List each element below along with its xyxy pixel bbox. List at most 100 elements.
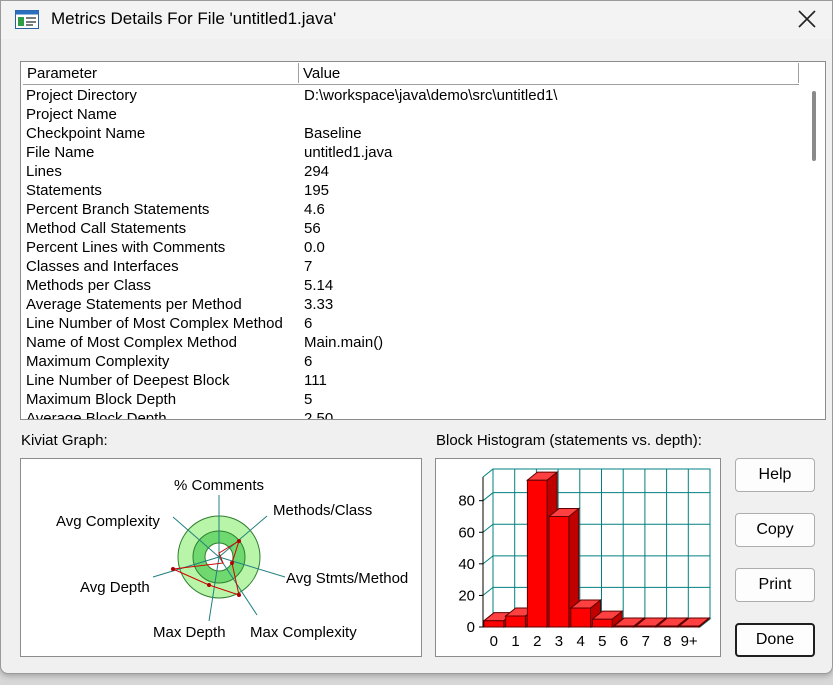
parameter-name: Name of Most Complex Method [26, 334, 237, 351]
y-tick-label: 40 [458, 556, 475, 573]
parameter-name: Project Name [26, 106, 117, 123]
parameter-name: Statements [26, 182, 102, 199]
parameter-value: 3.33 [304, 296, 334, 313]
x-tick-label: 1 [511, 633, 519, 650]
parameter-value: Baseline [304, 125, 362, 142]
parameter-value: 0.0 [304, 239, 325, 256]
parameter-name: Project Directory [26, 87, 137, 104]
gridline-side [482, 523, 494, 533]
column-header-parameter[interactable]: Parameter [23, 63, 299, 83]
x-tick-label: 5 [598, 633, 606, 650]
x-tick-label: 2 [533, 633, 541, 650]
kiviat-axis-avg-complexity: Avg Complexity [56, 513, 160, 530]
vertical-scrollbar[interactable] [804, 63, 824, 419]
list-item[interactable]: Lines 294 [21, 162, 801, 181]
parameter-value: 56 [304, 220, 321, 237]
scrollbar-thumb[interactable] [812, 91, 816, 161]
x-tick-label: 4 [576, 633, 584, 650]
parameter-value: 195 [304, 182, 330, 199]
histogram-label: Block Histogram (statements vs. depth): [436, 432, 702, 449]
kiviat-axis-max-depth: Max Depth [153, 624, 226, 641]
kiviat-graph-label: Kiviat Graph: [21, 432, 108, 449]
window-title: Metrics Details For File 'untitled1.java… [51, 9, 337, 28]
parameter-name: Method Call Statements [26, 220, 187, 237]
gridline-side [482, 555, 494, 565]
parameter-name: File Name [26, 144, 95, 161]
parameter-value: 6 [304, 315, 313, 332]
parameter-name: Line Number of Deepest Block [26, 372, 230, 389]
parameter-value: 2.50 [304, 410, 334, 420]
parameter-name: Average Block Depth [26, 410, 167, 420]
list-rows: Project Directory D:\workspace\java\demo\… [21, 86, 801, 420]
parameter-value: 294 [304, 163, 330, 180]
copy-button[interactable]: Copy [735, 513, 815, 547]
kiviat-graph-panel: % Comments Methods/Class Avg Stmts/Metho… [20, 458, 422, 657]
parameter-name: Classes and Interfaces [26, 258, 179, 275]
x-tick-label: 6 [620, 633, 628, 650]
close-icon [798, 10, 816, 28]
gridline-side [482, 492, 494, 502]
list-item[interactable]: Project Directory D:\workspace\java\demo\… [21, 86, 801, 105]
list-item[interactable]: Maximum Complexity 6 [21, 352, 801, 371]
list-item[interactable]: Classes and Interfaces 7 [21, 257, 801, 276]
list-item[interactable]: File Name untitled1.java [21, 143, 801, 162]
x-tick-label: 3 [555, 633, 563, 650]
parameter-value: 111 [304, 372, 327, 389]
metrics-details-window: Metrics Details For File 'untitled1.java… [0, 0, 833, 674]
kiviat-axis-avg-stmts-method: Avg Stmts/Method [286, 570, 408, 587]
parameter-name: Methods per Class [26, 277, 152, 294]
y-tick-label: 20 [458, 587, 475, 604]
list-item[interactable]: Methods per Class 5.14 [21, 276, 801, 295]
parameter-name: Maximum Complexity [26, 353, 170, 370]
parameter-name: Lines [26, 163, 62, 180]
list-item[interactable]: Statements 195 [21, 181, 801, 200]
list-item[interactable]: Project Name [21, 105, 801, 124]
x-tick-label: 8 [663, 633, 671, 650]
parameter-name: Average Statements per Method [26, 296, 242, 313]
column-header-value[interactable]: Value [299, 63, 799, 83]
kiviat-axis-methods-class: Methods/Class [273, 502, 372, 519]
app-icon [15, 10, 39, 29]
gridline-side [482, 587, 494, 596]
list-item[interactable]: Line Number of Deepest Block 111 [21, 371, 801, 390]
list-item[interactable]: Name of Most Complex Method Main.main() [21, 333, 801, 352]
kiviat-axis-avg-depth: Avg Depth [80, 579, 150, 596]
block-histogram-chart: 0204060800 1 2 3 4 5 6 7 8 9+ [458, 468, 712, 650]
close-button[interactable] [791, 5, 823, 33]
histogram-panel: 0 20 40 60 80 0 1 2 3 4 5 6 7 8 9+ [435, 458, 721, 657]
list-item[interactable]: Average Block Depth 2.50 [21, 409, 801, 420]
help-button[interactable]: Help [735, 458, 815, 492]
kiviat-axes [152, 495, 286, 622]
parameter-value: 6 [304, 353, 313, 370]
x-tick-label: 0 [490, 633, 498, 650]
parameter-name: Maximum Block Depth [26, 391, 177, 408]
parameter-value: 7 [304, 258, 313, 275]
list-item[interactable]: Method Call Statements 56 [21, 219, 801, 238]
done-button[interactable]: Done [735, 623, 815, 657]
list-item[interactable]: Percent Lines with Comments 0.0 [21, 238, 801, 257]
metrics-list[interactable]: Parameter Value Project Directory D:\work… [20, 61, 826, 420]
parameter-value: Main.main() [304, 334, 384, 351]
list-item[interactable]: Percent Branch Statements 4.6 [21, 200, 801, 219]
parameter-name: Percent Branch Statements [26, 201, 210, 218]
parameter-value: 5 [304, 391, 313, 408]
parameter-name: Percent Lines with Comments [26, 239, 226, 256]
list-item[interactable]: Maximum Block Depth 5 [21, 390, 801, 409]
kiviat-graph: % Comments Methods/Class Avg Stmts/Metho… [56, 477, 408, 641]
parameter-name: Checkpoint Name [26, 125, 146, 142]
y-tick-label: 0 [467, 619, 475, 636]
parameter-name: Line Number of Most Complex Method [26, 315, 283, 332]
title-bar: Metrics Details For File 'untitled1.java… [1, 1, 832, 39]
kiviat-axis-max-complexity: Max Complexity [250, 624, 357, 641]
print-button[interactable]: Print [735, 568, 815, 602]
parameter-value: 5.14 [304, 277, 334, 294]
y-tick-label: 60 [458, 524, 475, 541]
list-header: Parameter Value [23, 63, 799, 85]
kiviat-axis-comments: % Comments [174, 477, 264, 494]
parameter-value: D:\workspace\java\demo\src\untitled1\ [304, 87, 558, 104]
parameter-value: 4.6 [304, 201, 325, 218]
list-item[interactable]: Line Number of Most Complex Method 6 [21, 314, 801, 333]
y-tick-label: 80 [458, 493, 475, 510]
list-item[interactable]: Average Statements per Method 3.33 [21, 295, 801, 314]
list-item[interactable]: Checkpoint Name Baseline [21, 124, 801, 143]
